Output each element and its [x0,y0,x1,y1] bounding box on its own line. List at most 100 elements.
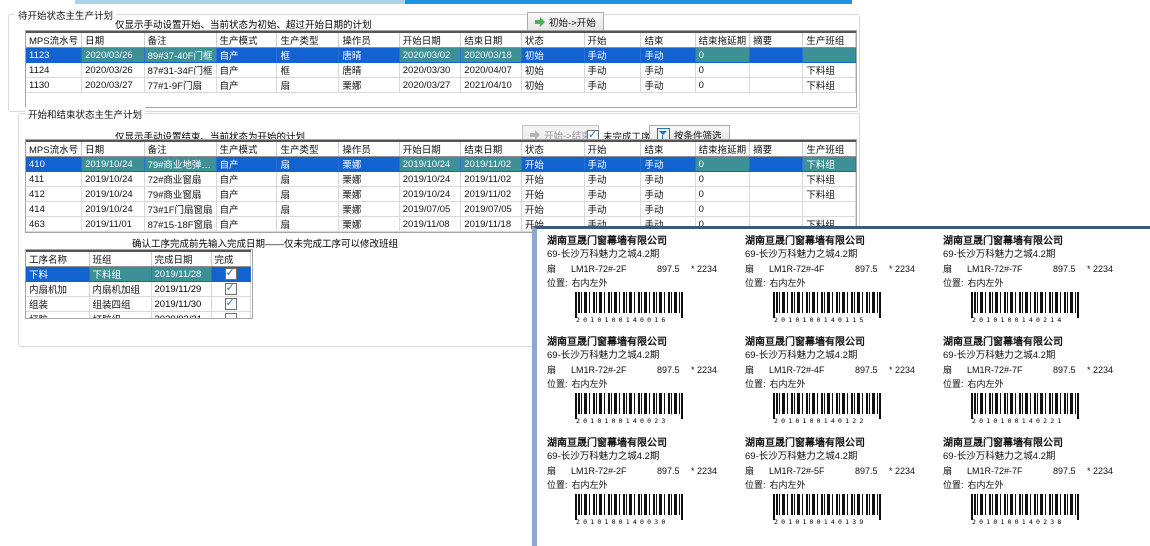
table-cell[interactable]: 489 [26,232,82,234]
column-header[interactable]: 状态 [521,32,584,48]
process-row[interactable]: 组装组装四组2019/11/30 [26,297,250,312]
started-plan-row[interactable]: 4112019/10/2472#商业窗扇自产扇栗娜2019/10/242019/… [26,172,856,187]
table-cell[interactable]: 开始 [521,187,584,202]
table-cell[interactable] [750,78,803,93]
process-team-cell[interactable]: 内扇机加组 [89,282,151,297]
table-cell[interactable]: 89#37-40F门框 [144,48,216,63]
table-cell[interactable]: 自产 [216,187,277,202]
column-header[interactable]: 生产模式 [216,141,277,157]
table-cell[interactable]: 自产 [216,157,277,172]
table-cell[interactable]: 开始 [521,157,584,172]
table-cell[interactable]: 手动 [584,63,641,78]
column-header[interactable]: 生产班组 [803,141,856,157]
table-cell[interactable]: 0 [695,78,750,93]
table-cell[interactable]: 初始 [521,63,584,78]
wait-plan-row[interactable]: 11302020/03/2777#1-9F门扇自产扇栗娜2020/03/2720… [26,78,856,93]
initial-to-start-button[interactable]: 初始->开始 [527,12,604,32]
wait-plan-row[interactable]: 11242020/03/2687#31-34F门框自产框唐晴2020/03/30… [26,63,856,78]
table-cell[interactable]: 87#31-34F门框 [144,63,216,78]
table-cell[interactable]: 唐晴 [339,48,399,63]
table-cell[interactable]: 下料组 [803,157,856,172]
table-cell[interactable]: 2020/03/02 [399,48,461,63]
process-done-checkbox[interactable] [225,268,237,280]
table-cell[interactable]: 2020/04/07 [461,63,522,78]
table-cell[interactable]: 手动 [641,172,695,187]
table-cell[interactable]: 自产 [216,172,277,187]
table-cell[interactable]: 2019/10/24 [399,157,461,172]
column-header[interactable]: 结束日期 [461,141,522,157]
process-name-cell[interactable]: 组装 [26,297,89,312]
table-cell[interactable]: 开始 [521,202,584,217]
done-cell[interactable] [211,312,250,320]
column-header[interactable]: 班组 [89,251,151,267]
table-cell[interactable]: 下料组 [803,187,856,202]
column-header[interactable]: 开始日期 [399,141,461,157]
column-header[interactable]: 生产模式 [216,32,277,48]
process-done-checkbox[interactable] [225,298,237,310]
process-row[interactable]: 打胶打胶组2020/03/31 [26,312,250,320]
table-cell[interactable]: 2019/10/24 [82,202,144,217]
table-cell[interactable]: 栗娜 [339,202,399,217]
column-header[interactable]: 操作员 [339,141,399,157]
column-header[interactable]: MPS流水号 [26,141,82,157]
table-cell[interactable]: 扇 [277,172,339,187]
table-cell[interactable]: 栗娜 [339,172,399,187]
column-header[interactable]: 生产班组 [803,32,856,48]
table-cell[interactable]: 414 [26,202,82,217]
started-plan-row[interactable]: 4142019/10/2473#1F门扇窗扇自产扇栗娜2019/07/05201… [26,202,856,217]
process-name-cell[interactable]: 打胶 [26,312,89,320]
started-plan-row[interactable]: 4122019/10/2479#商业窗扇自产扇栗娜2019/10/242019/… [26,187,856,202]
table-cell[interactable]: 0 [695,157,750,172]
table-cell[interactable]: 初始 [521,48,584,63]
column-header[interactable]: 结束拖延期 [695,141,750,157]
column-header[interactable]: 日期 [82,32,144,48]
table-cell[interactable]: 框 [277,63,339,78]
finish-date-cell[interactable]: 2020/03/31 [151,312,211,320]
started-plan-table[interactable]: MPS流水号日期备注生产模式生产类型操作员开始日期结束日期状态开始结束结束拖延期… [25,139,857,233]
table-cell[interactable]: 2020/03/27 [399,78,461,93]
process-name-cell[interactable]: 内扇机加 [26,282,89,297]
table-cell[interactable]: 1124 [26,63,82,78]
table-cell[interactable]: 手动 [584,172,641,187]
column-header[interactable]: 结束拖延期 [695,32,750,48]
wait-plan-row[interactable]: 11232020/03/2689#37-40F门框自产框唐晴2020/03/02… [26,48,856,63]
column-header[interactable]: 开始日期 [399,32,461,48]
table-cell[interactable]: 扇 [277,202,339,217]
table-cell[interactable]: 2019/11/18 [461,232,522,234]
column-header[interactable]: 工序名称 [26,251,89,267]
table-cell[interactable]: 框 [277,48,339,63]
table-cell[interactable]: 手动 [584,157,641,172]
table-cell[interactable]: 463 [26,217,82,232]
table-cell[interactable]: 2019/10/24 [399,172,461,187]
column-header[interactable]: 生产类型 [277,141,339,157]
table-cell[interactable]: 栗娜 [339,157,399,172]
table-cell[interactable]: 自产 [216,202,277,217]
table-cell[interactable]: 唐晴 [339,63,399,78]
table-cell[interactable]: 2019/11/02 [461,157,522,172]
done-cell[interactable] [211,267,250,282]
table-cell[interactable]: 2020/03/30 [399,63,461,78]
process-row[interactable]: 内扇机加内扇机加组2019/11/29 [26,282,250,297]
process-team-cell[interactable]: 下料组 [89,267,151,282]
table-cell[interactable] [803,48,856,63]
table-cell[interactable]: 手动 [584,202,641,217]
table-cell[interactable]: 栗娜 [339,217,399,232]
table-cell[interactable]: 栗娜 [339,187,399,202]
table-cell[interactable]: 1130 [26,78,82,93]
column-header[interactable]: 摘要 [750,32,803,48]
column-header[interactable]: 备注 [144,141,216,157]
process-name-cell[interactable]: 下料 [26,267,89,282]
process-team-cell[interactable]: 组装四组 [89,297,151,312]
table-cell[interactable]: 初始 [521,78,584,93]
table-cell[interactable] [750,202,803,217]
table-cell[interactable]: 0 [695,187,750,202]
column-header[interactable]: 备注 [144,32,216,48]
table-cell[interactable]: 2019/10/24 [82,172,144,187]
table-cell[interactable]: 0 [695,48,750,63]
column-header[interactable]: 结束 [641,141,695,157]
table-cell[interactable]: 栗娜 [339,232,399,234]
table-cell[interactable]: 410 [26,157,82,172]
process-team-cell[interactable]: 打胶组 [89,312,151,320]
table-cell[interactable]: 2020/03/18 [461,48,522,63]
table-cell[interactable]: 下料组 [803,78,856,93]
